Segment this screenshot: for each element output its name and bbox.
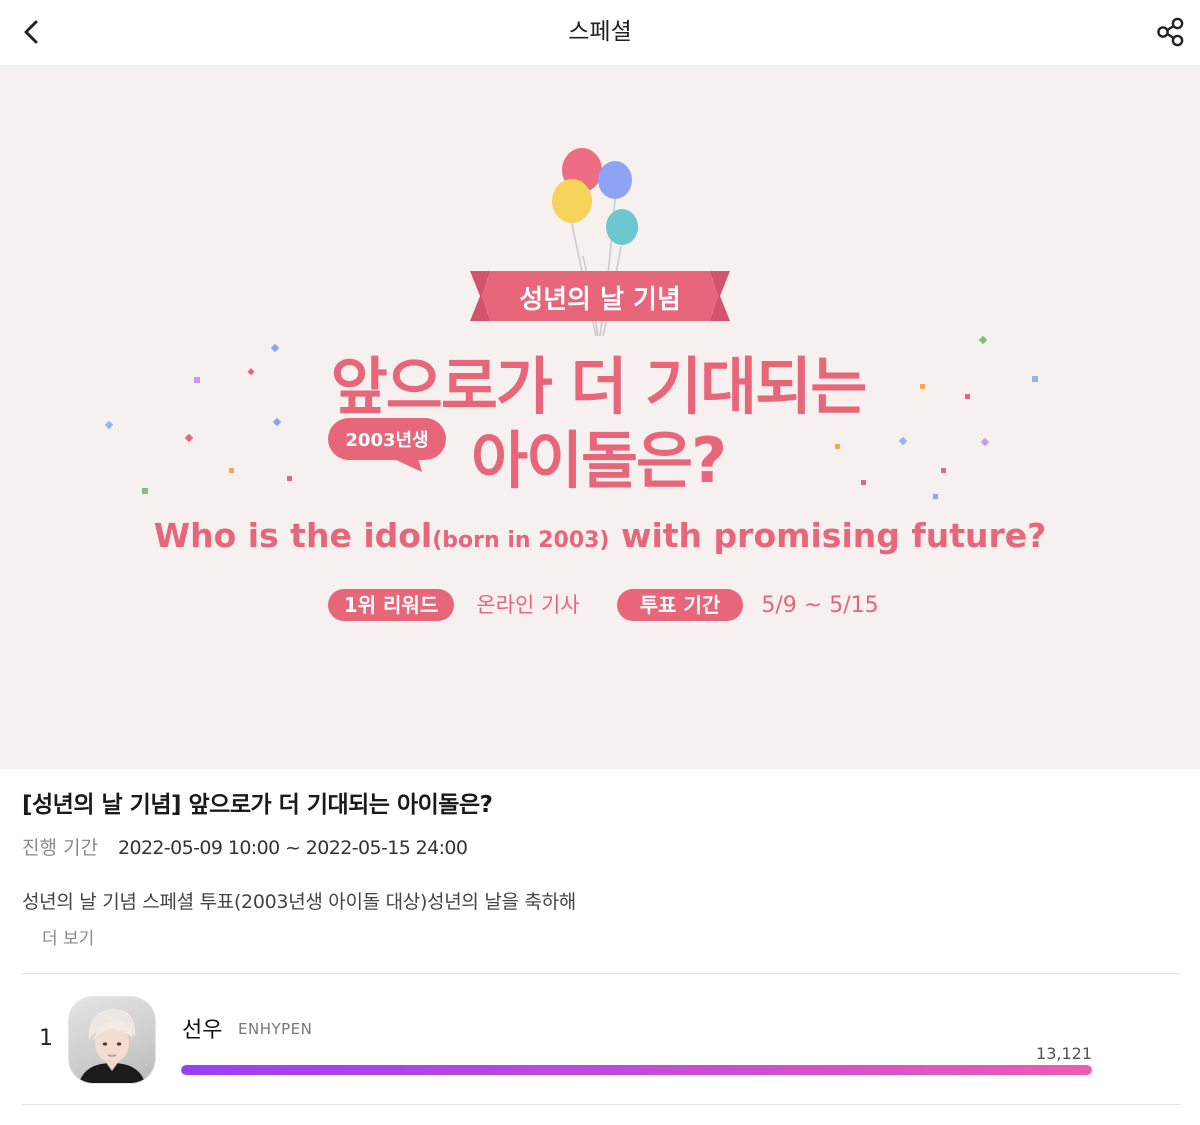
divider <box>22 1104 1180 1105</box>
title-ribbon: 성년의 날 기념 <box>470 271 730 321</box>
english-part-c: with promising future? <box>610 516 1047 555</box>
bubble-text: 2003년생 <box>345 430 428 451</box>
period-value: 2022-05-09 10:00 ~ 2022-05-15 24:00 <box>117 837 468 859</box>
period-label: 진행 기간 <box>22 837 98 859</box>
banner-artwork: 성년의 날 기념 앞으로가 더 기대되는 2003년생 아이돌은? Who is… <box>104 148 1047 621</box>
banner-headline-1: 앞으로가 더 기대되는 <box>331 350 866 423</box>
vote-progress-bar <box>181 1065 1092 1075</box>
group-name: ENHYPEN <box>238 1020 313 1038</box>
vote-value: 5/9 ~ 5/15 <box>761 593 878 618</box>
reward-pill: 1위 리워드 <box>328 589 454 621</box>
event-banner: 성년의 날 기념 앞으로가 더 기대되는 2003년생 아이돌은? Who is… <box>0 66 1200 769</box>
avatar <box>69 997 155 1083</box>
ranking-row[interactable]: 1 선우 ENHYPEN 13,121 <box>22 974 1180 1105</box>
reward-value: 온라인 기사 <box>476 593 579 617</box>
rank-number: 1 <box>39 1026 53 1051</box>
vote-progress-fill <box>181 1065 1092 1075</box>
vote-label: 투표 기간 <box>640 593 721 617</box>
balloons-illustration <box>552 148 638 245</box>
event-period: 진행 기간 2022-05-09 10:00 ~ 2022-05-15 24:00 <box>22 833 468 860</box>
banner-english: Who is the idol(born in 2003) with promi… <box>154 516 1047 555</box>
english-part-b: (born in 2003) <box>432 528 609 553</box>
event-description: 성년의 날 기념 스페셜 투표(2003년생 아이돌 대상)성년의 날을 축하해 <box>22 891 576 913</box>
more-link[interactable]: 더 보기 <box>42 924 94 949</box>
page-title: 스페셜 <box>568 19 632 45</box>
idol-name: 선우 <box>182 1018 223 1043</box>
speech-bubble: 2003년생 <box>328 418 446 472</box>
vote-period-pill: 투표 기간 <box>617 589 743 621</box>
reward-label: 1위 리워드 <box>344 593 438 617</box>
share-icon <box>1157 17 1184 47</box>
idol-portrait <box>79 1009 145 1083</box>
ribbon-text: 성년의 날 기념 <box>519 285 681 315</box>
vote-count: 13,121 <box>1036 1044 1092 1063</box>
top-bar: 스페셜 <box>0 0 1200 66</box>
event-title: [성년의 날 기념] 앞으로가 더 기대되는 아이돌은? <box>22 792 493 818</box>
banner-headline-2: 아이돌은? <box>471 424 725 497</box>
share-button[interactable] <box>1150 12 1190 52</box>
english-part-a: Who is the idol <box>154 516 433 555</box>
